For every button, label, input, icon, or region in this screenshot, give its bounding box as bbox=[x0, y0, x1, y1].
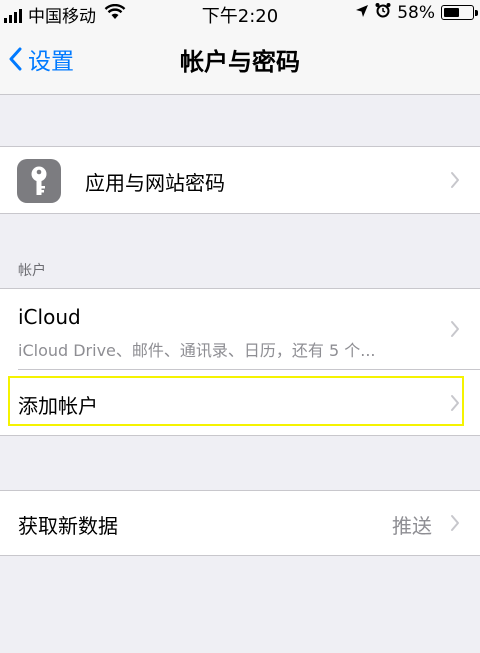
chevron-right-icon bbox=[451, 395, 459, 411]
alarm-icon bbox=[375, 2, 391, 23]
chevron-right-icon bbox=[451, 515, 459, 531]
accounts-section-header: 帐户 bbox=[18, 263, 46, 279]
navigation-bar: 设置 帐户与密码 bbox=[0, 24, 480, 95]
icloud-row[interactable]: iCloud iCloud Drive、邮件、通讯录、日历，还有 5 个... bbox=[0, 289, 480, 369]
key-icon bbox=[17, 159, 61, 203]
chevron-right-icon bbox=[451, 172, 459, 188]
fetch-new-data-row[interactable]: 获取新数据 推送 bbox=[0, 491, 480, 555]
app-website-passwords-row[interactable]: 应用与网站密码 bbox=[0, 147, 480, 213]
chevron-right-icon bbox=[451, 321, 459, 337]
fetch-new-data-value: 推送 bbox=[392, 514, 432, 538]
add-account-row[interactable]: 添加帐户 bbox=[0, 370, 480, 435]
passwords-row-label: 应用与网站密码 bbox=[85, 171, 225, 195]
location-icon bbox=[355, 3, 369, 23]
battery-icon bbox=[441, 5, 478, 20]
add-account-label: 添加帐户 bbox=[18, 394, 98, 418]
battery-fill bbox=[444, 8, 459, 17]
page-title: 帐户与密码 bbox=[180, 48, 300, 76]
status-bar: 中国移动 下午2:20 58% bbox=[0, 0, 480, 27]
fetch-new-data-label: 获取新数据 bbox=[18, 514, 118, 538]
accounts-group: iCloud iCloud Drive、邮件、通讯录、日历，还有 5 个... … bbox=[0, 288, 480, 436]
status-right: 58% bbox=[355, 2, 478, 23]
passwords-group: 应用与网站密码 bbox=[0, 146, 480, 214]
icloud-title: iCloud bbox=[18, 305, 81, 329]
icloud-subtitle: iCloud Drive、邮件、通讯录、日历，还有 5 个... bbox=[18, 341, 376, 360]
fetch-group: 获取新数据 推送 bbox=[0, 490, 480, 556]
battery-percent: 58% bbox=[397, 2, 435, 23]
